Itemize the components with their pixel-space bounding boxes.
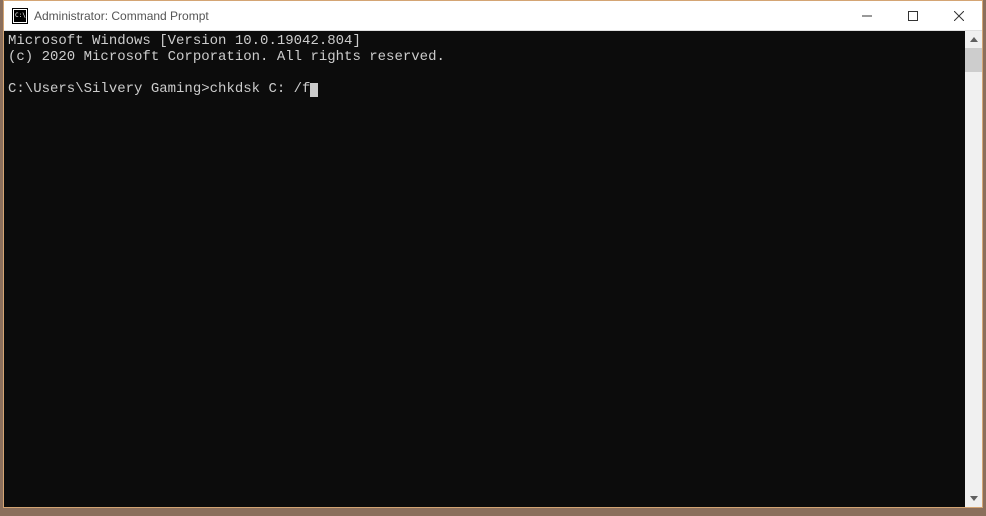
- minimize-button[interactable]: [844, 1, 890, 30]
- svg-text:C:\: C:\: [15, 12, 26, 19]
- console-command: chkdsk C: /f: [210, 81, 311, 97]
- vertical-scrollbar[interactable]: [965, 31, 982, 507]
- close-button[interactable]: [936, 1, 982, 30]
- minimize-icon: [862, 11, 872, 21]
- console-area[interactable]: Microsoft Windows [Version 10.0.19042.80…: [4, 31, 965, 507]
- close-icon: [954, 11, 964, 21]
- window-controls: [844, 1, 982, 30]
- scroll-track[interactable]: [965, 48, 982, 490]
- titlebar[interactable]: C:\ Administrator: Command Prompt: [4, 1, 982, 31]
- scroll-thumb[interactable]: [965, 48, 982, 72]
- scroll-down-button[interactable]: [965, 490, 982, 507]
- console-prompt: C:\Users\Silvery Gaming>: [8, 81, 210, 97]
- maximize-icon: [908, 11, 918, 21]
- chevron-down-icon: [970, 496, 978, 501]
- scroll-up-button[interactable]: [965, 31, 982, 48]
- window-title: Administrator: Command Prompt: [34, 9, 844, 23]
- chevron-up-icon: [970, 37, 978, 42]
- maximize-button[interactable]: [890, 1, 936, 30]
- console-line: Microsoft Windows [Version 10.0.19042.80…: [8, 33, 361, 49]
- console-wrapper: Microsoft Windows [Version 10.0.19042.80…: [4, 31, 982, 507]
- console-line: (c) 2020 Microsoft Corporation. All righ…: [8, 49, 445, 65]
- command-prompt-window: C:\ Administrator: Command Prompt: [3, 0, 983, 508]
- cmd-icon: C:\: [12, 8, 28, 24]
- text-cursor: [310, 83, 318, 97]
